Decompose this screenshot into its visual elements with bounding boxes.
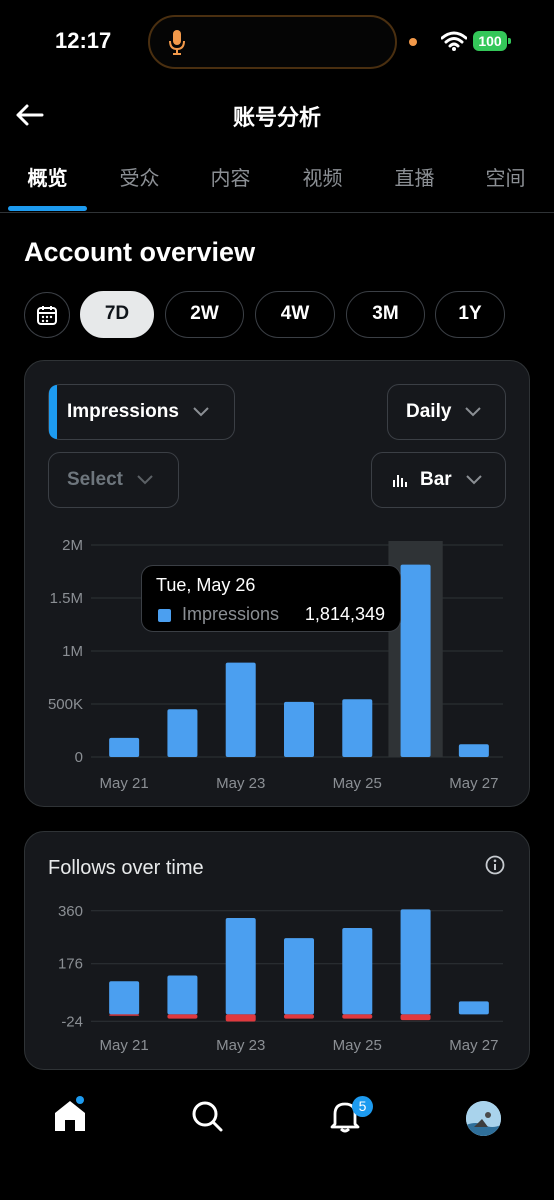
chart-tooltip: Tue, May 26 Impressions 1,814,349 bbox=[141, 565, 401, 632]
chart-bar bbox=[342, 699, 373, 757]
chart-bar bbox=[167, 709, 198, 757]
y-tick-label: 2M bbox=[62, 537, 83, 554]
period-4w[interactable]: 4W bbox=[255, 291, 335, 338]
tab-live[interactable]: 直播 bbox=[375, 162, 454, 191]
x-tick-label: May 21 bbox=[100, 775, 149, 792]
x-tick-label: May 23 bbox=[216, 1037, 265, 1054]
y-tick-label: 1M bbox=[62, 643, 83, 660]
chart-bar bbox=[342, 928, 373, 1015]
chevron-down-icon bbox=[465, 407, 482, 417]
tab-video[interactable]: 视频 bbox=[283, 162, 362, 191]
interval-dropdown-label: Daily bbox=[406, 401, 452, 422]
chart-bar bbox=[400, 909, 431, 1015]
chevron-down-icon bbox=[465, 475, 482, 485]
tab-spaces[interactable]: 空间 bbox=[466, 162, 545, 191]
x-tick-label: May 23 bbox=[216, 775, 265, 792]
tooltip-swatch bbox=[158, 609, 171, 622]
x-tick-label: May 21 bbox=[100, 1037, 149, 1054]
period-3m[interactable]: 3M bbox=[346, 291, 425, 338]
home-unread-dot bbox=[76, 1096, 84, 1104]
calendar-button[interactable] bbox=[24, 292, 70, 338]
period-2w[interactable]: 2W bbox=[165, 291, 244, 338]
chevron-down-icon bbox=[137, 475, 153, 485]
avatar-image bbox=[466, 1101, 501, 1136]
tab-audience[interactable]: 受众 bbox=[100, 162, 179, 191]
negative-bar bbox=[400, 1014, 431, 1021]
compare-dropdown[interactable]: Select bbox=[48, 452, 179, 508]
section-title: Account overview bbox=[24, 237, 256, 267]
negative-bar bbox=[284, 1014, 314, 1019]
tab-content[interactable]: 内容 bbox=[191, 162, 270, 191]
y-tick-label: -24 bbox=[61, 1013, 83, 1030]
tabs-divider bbox=[0, 212, 554, 213]
chart-bar bbox=[458, 744, 489, 757]
notification-badge: 5 bbox=[352, 1096, 373, 1117]
y-tick-label: 0 bbox=[75, 749, 83, 766]
period-1y[interactable]: 1Y bbox=[435, 291, 505, 338]
avatar[interactable] bbox=[466, 1101, 501, 1136]
privacy-indicator bbox=[409, 38, 417, 46]
metric-dropdown[interactable]: Impressions bbox=[48, 384, 235, 440]
active-tab-indicator bbox=[8, 206, 87, 211]
chart-type-dropdown-label: Bar bbox=[420, 469, 452, 490]
chart-bar bbox=[400, 564, 431, 757]
y-tick-label: 1.5M bbox=[50, 590, 83, 607]
status-time: 12:17 bbox=[55, 28, 112, 53]
bar-chart-icon bbox=[393, 475, 407, 487]
chevron-down-icon bbox=[193, 407, 209, 417]
chart-bar bbox=[284, 938, 314, 1015]
period-7d[interactable]: 7D bbox=[80, 291, 154, 338]
y-tick-label: 176 bbox=[58, 956, 83, 973]
interval-dropdown[interactable]: Daily bbox=[387, 384, 506, 440]
home-icon[interactable] bbox=[50, 1096, 90, 1136]
follows-bar-chart: -24 176 360 May 21 May 23 May 25 May 27 bbox=[58, 903, 503, 1054]
negative-bar bbox=[342, 1014, 373, 1019]
chart-type-dropdown[interactable]: Bar bbox=[371, 452, 506, 508]
microphone-icon bbox=[169, 30, 185, 55]
battery-indicator: 100 bbox=[473, 31, 511, 51]
chart-bar bbox=[109, 981, 140, 1015]
info-icon[interactable] bbox=[485, 855, 505, 875]
tab-overview[interactable]: 概览 bbox=[8, 162, 87, 191]
chart-bar bbox=[458, 1001, 489, 1015]
metric-dropdown-label: Impressions bbox=[67, 401, 179, 422]
impressions-bar-chart: 0 500K 1M 1.5M 2M May 21 May 23 May 25 May 27 bbox=[48, 537, 503, 792]
y-tick-label: 360 bbox=[58, 903, 83, 920]
page-title: 账号分析 bbox=[232, 105, 321, 130]
x-tick-label: May 25 bbox=[333, 775, 382, 792]
chart-bar bbox=[225, 917, 256, 1015]
negative-bar bbox=[225, 1014, 256, 1022]
metric-color-accent bbox=[49, 385, 57, 439]
chart-bar bbox=[225, 662, 256, 757]
tooltip-date: Tue, May 26 bbox=[156, 575, 256, 595]
follows-title: Follows over time bbox=[48, 857, 204, 879]
negative-bar bbox=[167, 1014, 198, 1019]
x-tick-label: May 25 bbox=[333, 1037, 382, 1054]
x-tick-label: May 27 bbox=[449, 1037, 498, 1054]
negative-bar bbox=[109, 1014, 140, 1016]
wifi-icon bbox=[441, 31, 467, 51]
compare-dropdown-label: Select bbox=[67, 469, 123, 490]
chart-bar bbox=[284, 701, 314, 757]
tooltip-series-name: Impressions bbox=[182, 604, 280, 624]
dynamic-island bbox=[148, 15, 397, 69]
tooltip-value: 1,814,349 bbox=[304, 604, 385, 624]
calendar-icon bbox=[37, 306, 57, 325]
chart-bar bbox=[167, 975, 198, 1015]
x-tick-label: May 27 bbox=[449, 775, 498, 792]
chart-bar bbox=[109, 737, 140, 757]
search-icon[interactable] bbox=[187, 1096, 227, 1136]
y-tick-label: 500K bbox=[48, 696, 83, 713]
